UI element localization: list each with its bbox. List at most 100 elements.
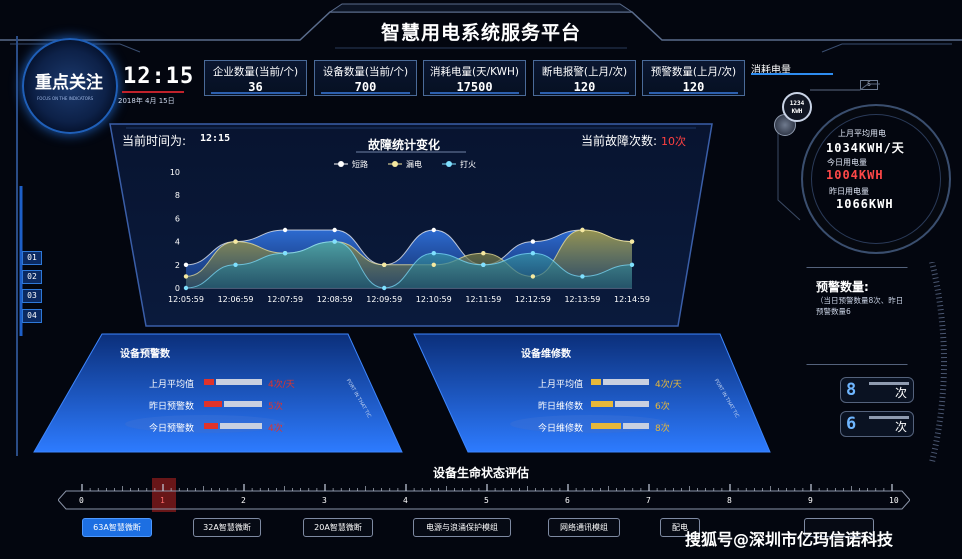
stat-value: 36	[248, 80, 263, 94]
kwh-badge-value: 1234	[789, 100, 805, 107]
side-tab-02[interactable]: 02	[22, 270, 42, 284]
y-tick-label: 0	[175, 284, 180, 293]
point-fire[interactable]	[183, 285, 189, 291]
repair-row-bar	[591, 379, 649, 385]
ruler-tick-label: 2	[241, 496, 246, 505]
point-short[interactable]	[530, 239, 536, 244]
chart-legend: 短路 漏电 打火	[334, 159, 476, 169]
point-fire[interactable]	[233, 262, 238, 267]
point-leak[interactable]	[431, 262, 436, 267]
point-fire[interactable]	[282, 251, 288, 256]
last-month-avg-label: 上月平均用电	[838, 129, 886, 138]
warning-row-bar	[204, 401, 262, 407]
stat-value: 120	[682, 80, 705, 94]
ruler-tick-label: 5	[484, 496, 489, 505]
point-fire[interactable]	[530, 251, 536, 256]
point-fire[interactable]	[481, 262, 486, 267]
x-tick-label: 12:10:59	[416, 295, 452, 304]
stat-label: 企业数量(当前/个)	[212, 66, 299, 78]
point-leak[interactable]	[481, 251, 486, 256]
point-leak[interactable]	[629, 239, 635, 244]
counter-value: 8	[846, 380, 857, 400]
forecast-description: （当日预警数量8次、昨日预警数量6	[816, 296, 904, 316]
point-short[interactable]	[431, 227, 436, 233]
warning-row-value: 4次/天	[268, 380, 295, 390]
point-short[interactable]	[282, 227, 288, 233]
point-fire[interactable]	[332, 239, 337, 244]
warning-row-bar	[204, 379, 262, 385]
point-leak[interactable]	[530, 274, 536, 279]
repair-row-value: 8次	[655, 424, 670, 434]
module-button-surge-protection[interactable]: 电源与浪涌保护模组	[413, 518, 511, 537]
stat-label: 断电报警(上月/次)	[541, 66, 628, 78]
fault-chart: 短路 漏电 打火 0 2 4 6 8 10 12:05:59 12:06:59 12:07:59…	[168, 159, 650, 304]
ruler-tick-label: 8	[727, 496, 732, 505]
repair-row-bar	[591, 401, 649, 407]
x-tick-label: 12:14:59	[614, 295, 650, 304]
ruler-tick-label: 7	[646, 496, 651, 505]
point-leak[interactable]	[382, 262, 387, 267]
x-tick-label: 12:08:59	[317, 295, 353, 304]
stat-power-off-alarm: 断电报警(上月/次) 120	[533, 60, 636, 96]
stat-warning-count: 预警数量(上月/次) 120	[642, 60, 745, 96]
point-fire[interactable]	[431, 251, 436, 256]
ruler-tick-label: 10	[889, 496, 899, 505]
warning-row-label: 今日预警数	[148, 424, 194, 434]
module-button-network[interactable]: 网络通讯模组	[548, 518, 620, 537]
y-tick-label: 8	[175, 191, 180, 200]
ruler-tick-label: 0	[79, 496, 84, 505]
stat-value: 700	[354, 80, 377, 94]
legend-item-leak[interactable]: 漏电	[388, 159, 422, 169]
x-tick-label: 12:11:59	[465, 295, 501, 304]
stat-label: 预警数量(上月/次)	[650, 66, 737, 78]
lifecycle-current-marker	[152, 478, 176, 512]
point-fire[interactable]	[629, 262, 635, 267]
counter-today: 8 次	[840, 377, 914, 403]
repair-row-label: 今日维修数	[537, 424, 583, 434]
y-tick-label: 6	[175, 214, 180, 223]
point-leak[interactable]	[233, 239, 238, 244]
yesterday-usage-value: 1066KWH	[836, 197, 894, 211]
yesterday-usage-label: 昨日用电量	[829, 187, 869, 196]
repair-row-bar	[591, 423, 649, 429]
point-short[interactable]	[183, 262, 189, 267]
side-tab-04[interactable]: 04	[22, 309, 42, 323]
legend-label-fire: 打火	[460, 159, 476, 169]
point-leak[interactable]	[183, 274, 189, 279]
current-time: 12:15	[200, 133, 231, 144]
chart-title: 故障统计变化	[367, 138, 440, 152]
legend-item-fire[interactable]: 打火	[442, 159, 476, 169]
clock: 12:15	[123, 64, 195, 89]
counter-yesterday: 6 次	[840, 411, 914, 437]
legend-item-short[interactable]: 短路	[334, 159, 368, 169]
side-tab-01[interactable]: 01	[22, 251, 42, 265]
x-tick-label: 12:05:59	[168, 295, 204, 304]
today-usage-value: 1004KWH	[826, 168, 884, 182]
x-tick-label: 12:12:59	[515, 295, 551, 304]
x-tick-label: 12:09:59	[366, 295, 402, 304]
legend-label-leak: 漏电	[406, 159, 422, 169]
repair-row-value: 4次/天	[655, 380, 682, 390]
point-fire[interactable]	[382, 285, 387, 291]
current-time-label: 当前时间为:	[122, 134, 187, 148]
point-leak[interactable]	[580, 227, 585, 233]
warning-row-bar	[204, 423, 262, 429]
focus-title: 重点关注	[35, 73, 103, 93]
point-fire[interactable]	[580, 274, 585, 279]
repair-row-label: 上月平均值	[537, 380, 583, 390]
repair-row-label: 昨日维修数	[537, 402, 583, 412]
today-usage-label: 今日用电量	[827, 158, 867, 167]
y-tick-label: 2	[175, 261, 180, 270]
module-button-32a[interactable]: 32A智慧微断	[193, 518, 261, 537]
counter-unit: 次	[894, 386, 907, 400]
side-tab-03[interactable]: 03	[22, 289, 42, 303]
date: 2018年 4月 15日	[118, 97, 175, 105]
ruler-tick-label: 6	[565, 496, 570, 505]
y-tick-label: 10	[170, 168, 180, 177]
point-short[interactable]	[332, 227, 337, 233]
fault-count: 10次	[661, 135, 686, 148]
clock-underline	[122, 91, 184, 93]
kwh-badge-unit: KWH	[791, 108, 803, 115]
module-button-63a[interactable]: 63A智慧微断	[82, 518, 152, 537]
module-button-20a[interactable]: 20A智慧微断	[303, 518, 373, 537]
